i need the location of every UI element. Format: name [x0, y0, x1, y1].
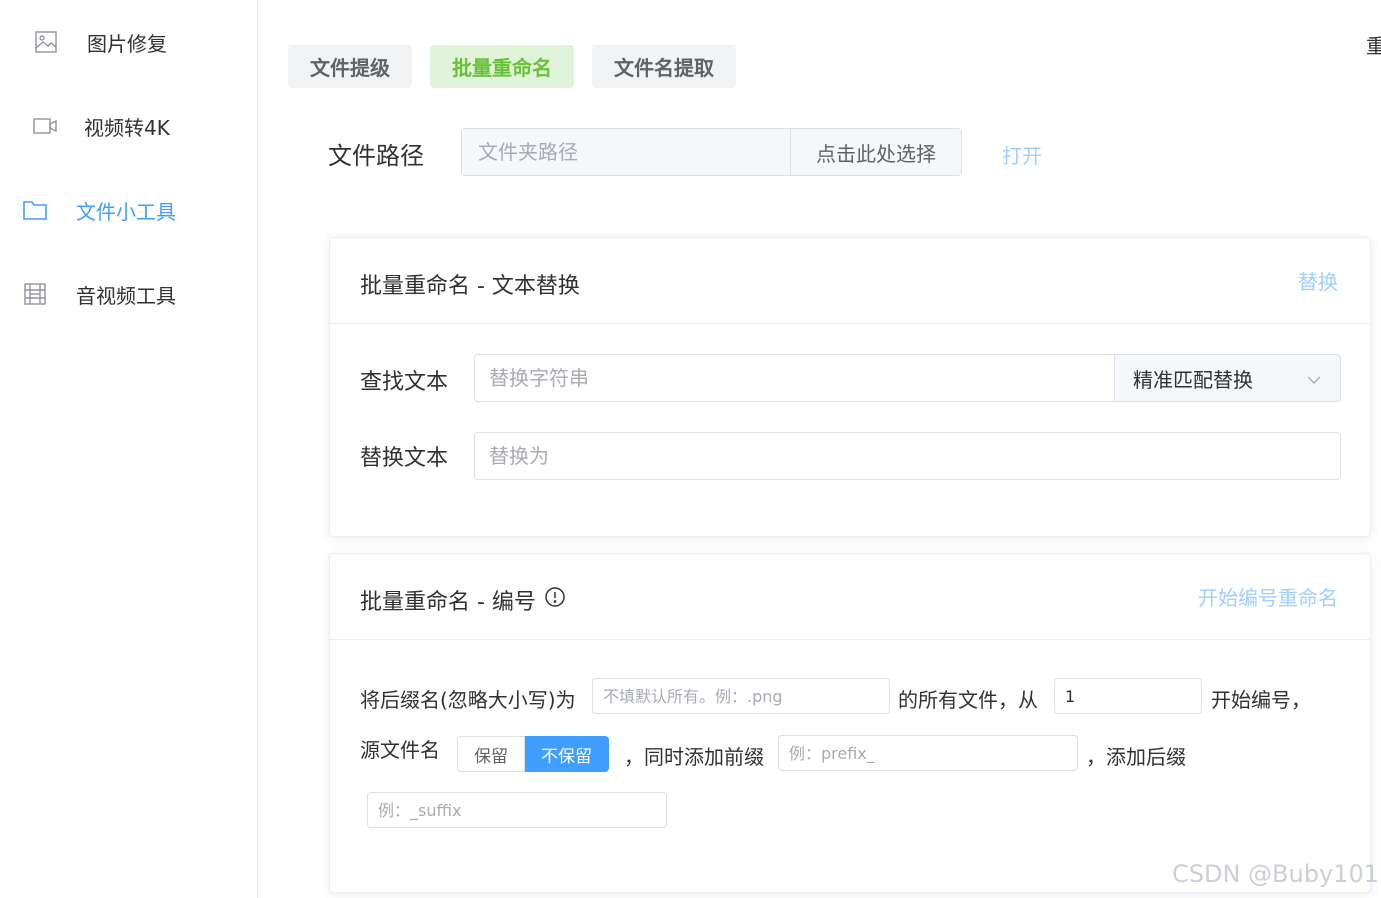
sidebar-item-av-tools[interactable]: 音视频工具	[0, 266, 257, 322]
sidebar-item-label: 图片修复	[87, 31, 167, 56]
replace-button[interactable]: 替换	[1298, 266, 1338, 295]
sidebar: 图片修复 视频转4K 文件小工具 音视频工具	[0, 0, 258, 898]
video-icon	[32, 113, 58, 139]
tab-filename-extract[interactable]: 文件名提取	[592, 45, 736, 88]
chevron-down-icon	[1306, 366, 1322, 390]
sidebar-item-label: 音视频工具	[76, 283, 176, 308]
suffix-input[interactable]	[367, 792, 667, 828]
sidebar-item-label: 文件小工具	[76, 199, 176, 224]
tab-batch-rename[interactable]: 批量重命名	[430, 45, 574, 88]
tool-tabs: 文件提级 批量重命名 文件名提取	[288, 45, 736, 88]
file-path-group: 点击此处选择	[461, 128, 962, 176]
keep-option[interactable]: 保留	[457, 736, 525, 772]
text-replace-card: 批量重命名 - 文本替换 替换 查找文本 精准匹配替换 替换文本	[329, 237, 1371, 537]
card-title-text: 批量重命名 - 文本替换	[360, 274, 580, 299]
tab-file-level-up[interactable]: 文件提级	[288, 45, 412, 88]
prefix-input[interactable]	[778, 735, 1078, 771]
start-numbering-button[interactable]: 开始编号重命名	[1198, 582, 1338, 611]
folder-icon	[22, 197, 48, 223]
suffix-filter-input[interactable]	[592, 678, 890, 714]
source-filename-text: 源文件名	[360, 738, 440, 762]
card-title-text: 批量重命名 - 编号	[360, 590, 536, 615]
all-files-from-text: 的所有文件，从	[898, 688, 1038, 712]
keep-filename-radio-group: 保留 不保留	[457, 736, 609, 772]
match-mode-select[interactable]: 精准匹配替换	[1115, 354, 1341, 402]
watermark: CSDN @Buby101	[1172, 860, 1379, 888]
card-title: 批量重命名 - 编号	[360, 584, 566, 616]
card-header: 批量重命名 - 编号 开始编号重命名	[330, 554, 1370, 640]
sidebar-item-image-repair[interactable]: 图片修复	[0, 14, 257, 70]
file-path-label: 文件路径	[328, 142, 424, 170]
add-suffix-text: ，添加后缀	[1086, 745, 1186, 769]
info-icon[interactable]	[544, 586, 566, 614]
find-text-input[interactable]	[474, 354, 1115, 402]
clipped-header-text: 重	[1366, 34, 1381, 58]
card-title: 批量重命名 - 文本替换	[360, 268, 580, 300]
open-folder-link[interactable]: 打开	[1002, 140, 1042, 169]
suffix-filter-text: 将后缀名(忽略大小写)为	[360, 688, 576, 712]
replace-text-label: 替换文本	[360, 446, 449, 471]
no-keep-option[interactable]: 不保留	[525, 736, 609, 772]
find-text-label: 查找文本	[360, 370, 449, 395]
film-icon	[22, 281, 48, 307]
add-prefix-text: ，同时添加前缀	[624, 745, 764, 769]
replace-text-input[interactable]	[474, 432, 1341, 480]
sidebar-item-file-tools[interactable]: 文件小工具	[0, 182, 257, 238]
start-numbering-text: 开始编号，	[1211, 688, 1311, 712]
numbering-card: 批量重命名 - 编号 开始编号重命名 将后缀名(忽略大小写)为 的所有文件，从 …	[329, 553, 1371, 893]
folder-path-input[interactable]	[462, 129, 790, 175]
sidebar-item-label: 视频转4K	[84, 115, 170, 140]
start-number-input[interactable]	[1054, 678, 1202, 714]
match-mode-value: 精准匹配替换	[1133, 367, 1253, 392]
choose-folder-button[interactable]: 点击此处选择	[790, 129, 961, 175]
sidebar-item-video-4k[interactable]: 视频转4K	[0, 98, 257, 154]
image-icon	[33, 29, 59, 55]
card-header: 批量重命名 - 文本替换 替换	[330, 238, 1370, 324]
